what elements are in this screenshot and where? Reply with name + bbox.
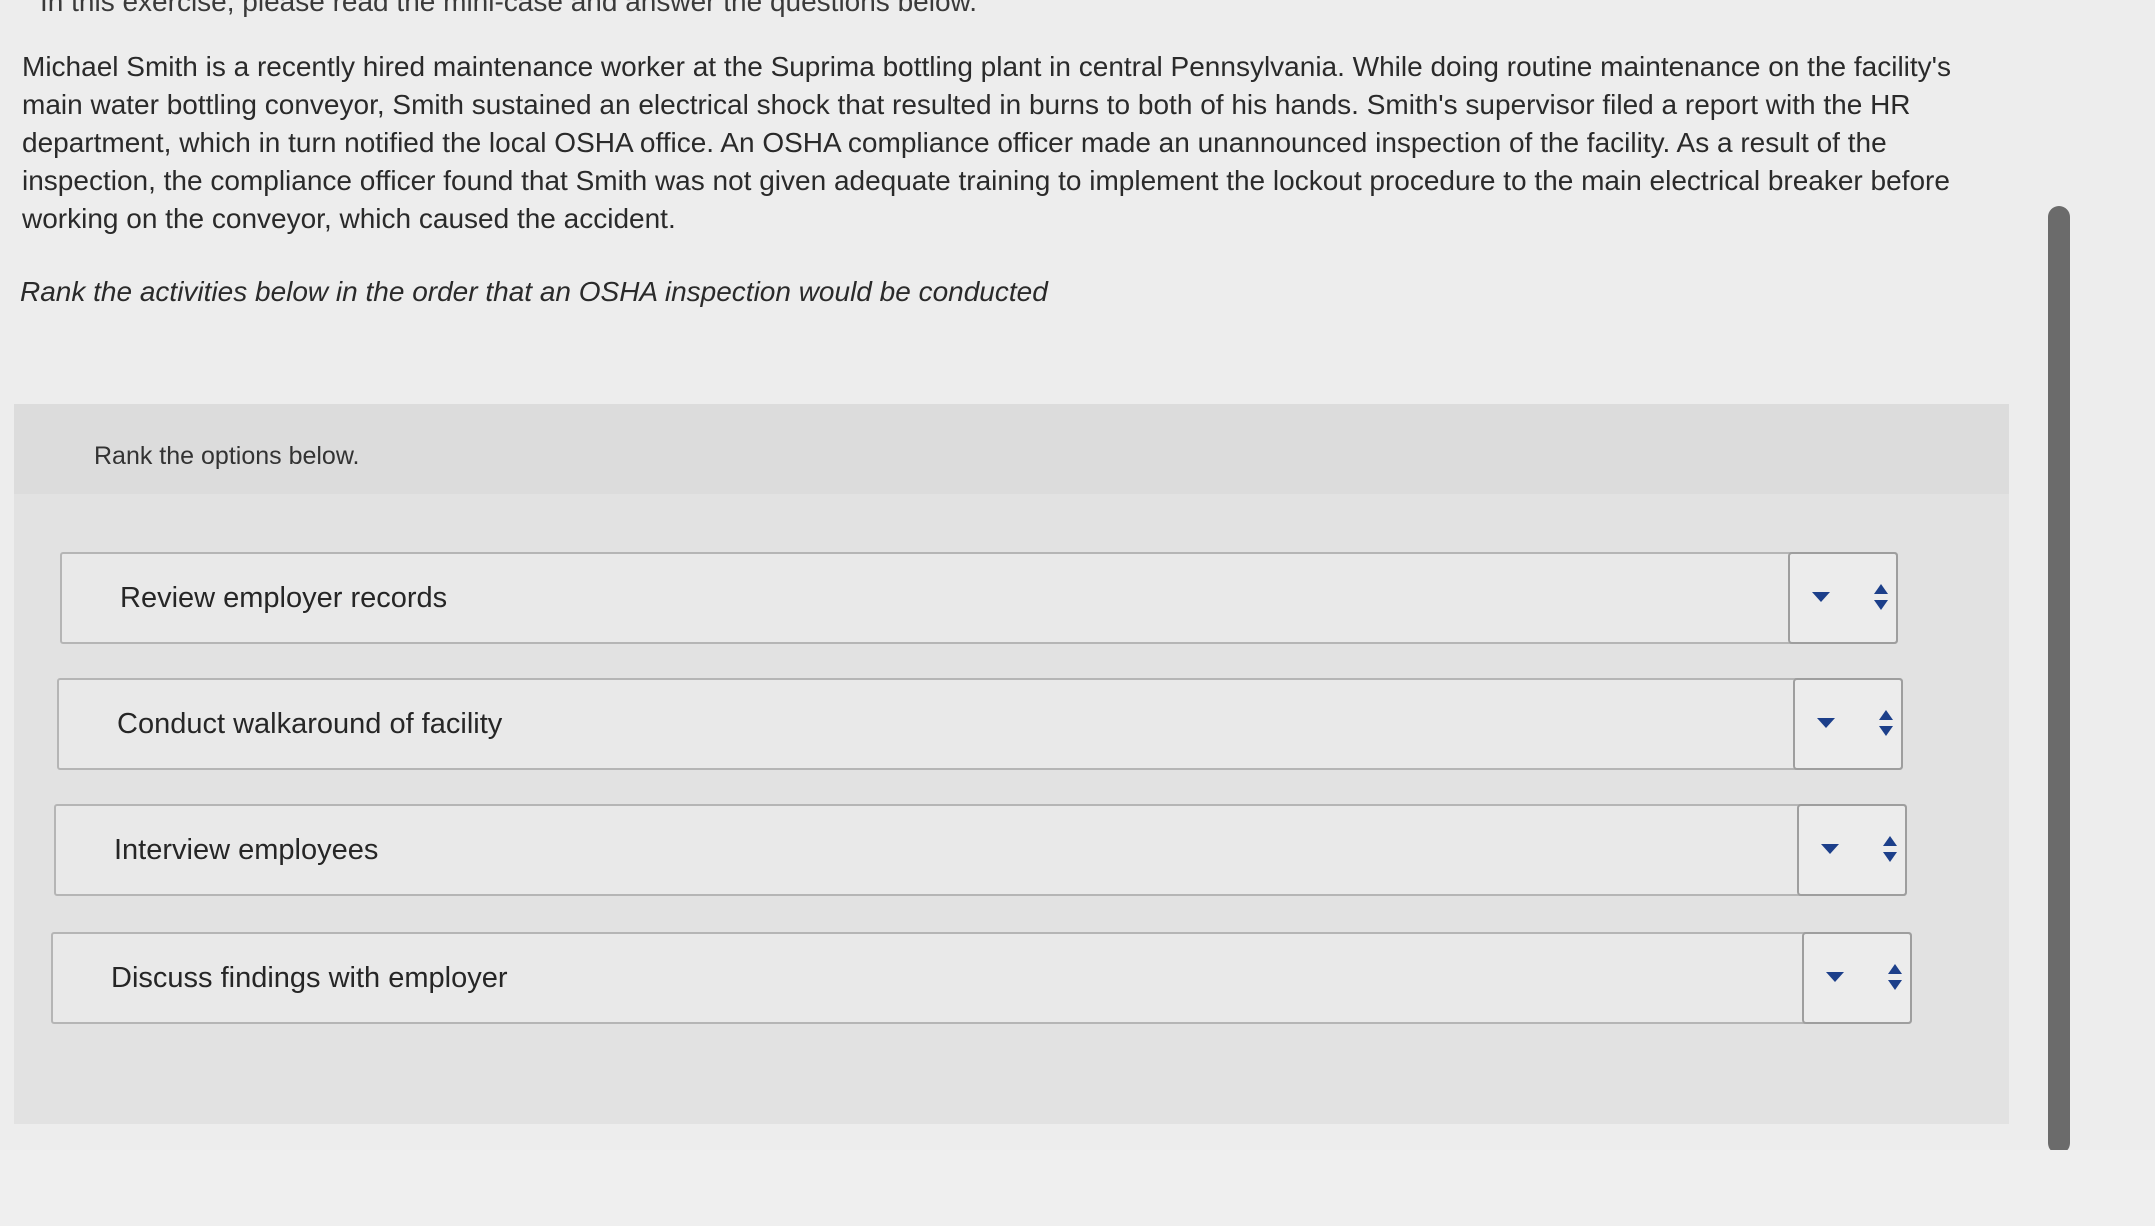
up-down-arrows-icon[interactable] bbox=[1888, 964, 1902, 994]
rank-item[interactable]: Discuss findings with employer bbox=[51, 932, 1912, 1024]
caret-down-icon[interactable] bbox=[1817, 718, 1835, 728]
caret-down-icon[interactable] bbox=[1812, 592, 1830, 602]
rank-item-label: Interview employees bbox=[114, 834, 379, 866]
case-passage: Michael Smith is a recently hired mainte… bbox=[22, 51, 1952, 234]
rank-select-control[interactable] bbox=[1788, 552, 1898, 644]
rank-item-label: Review employer records bbox=[120, 582, 448, 614]
up-down-arrows-icon[interactable] bbox=[1879, 710, 1893, 740]
rank-item[interactable]: Review employer records bbox=[60, 552, 1898, 644]
cut-off-header-text: In this exercise, please read the mini-c… bbox=[40, 0, 977, 17]
rank-item[interactable]: Interview employees bbox=[54, 804, 1907, 896]
scrollbar-thumb[interactable] bbox=[2048, 206, 2070, 1154]
rank-select-control[interactable] bbox=[1793, 678, 1903, 770]
rank-item[interactable]: Conduct walkaround of facility bbox=[57, 678, 1903, 770]
ranking-header-label: Rank the options below. bbox=[94, 442, 360, 470]
page-footer-area bbox=[0, 1150, 2155, 1226]
vertical-scrollbar[interactable] bbox=[2048, 200, 2072, 1160]
caret-down-icon[interactable] bbox=[1826, 972, 1844, 982]
rank-select-control[interactable] bbox=[1797, 804, 1907, 896]
ranking-header: Rank the options below. bbox=[14, 404, 2009, 494]
ranking-panel: Rank the options below. Review employer … bbox=[14, 404, 2009, 1124]
question-instruction: Rank the activities below in the order t… bbox=[20, 276, 1048, 307]
rank-item-label: Conduct walkaround of facility bbox=[117, 708, 503, 740]
up-down-arrows-icon[interactable] bbox=[1874, 584, 1888, 614]
up-down-arrows-icon[interactable] bbox=[1883, 836, 1897, 866]
rank-item-label: Discuss findings with employer bbox=[111, 962, 508, 994]
rank-select-control[interactable] bbox=[1802, 932, 1912, 1024]
caret-down-icon[interactable] bbox=[1821, 844, 1839, 854]
